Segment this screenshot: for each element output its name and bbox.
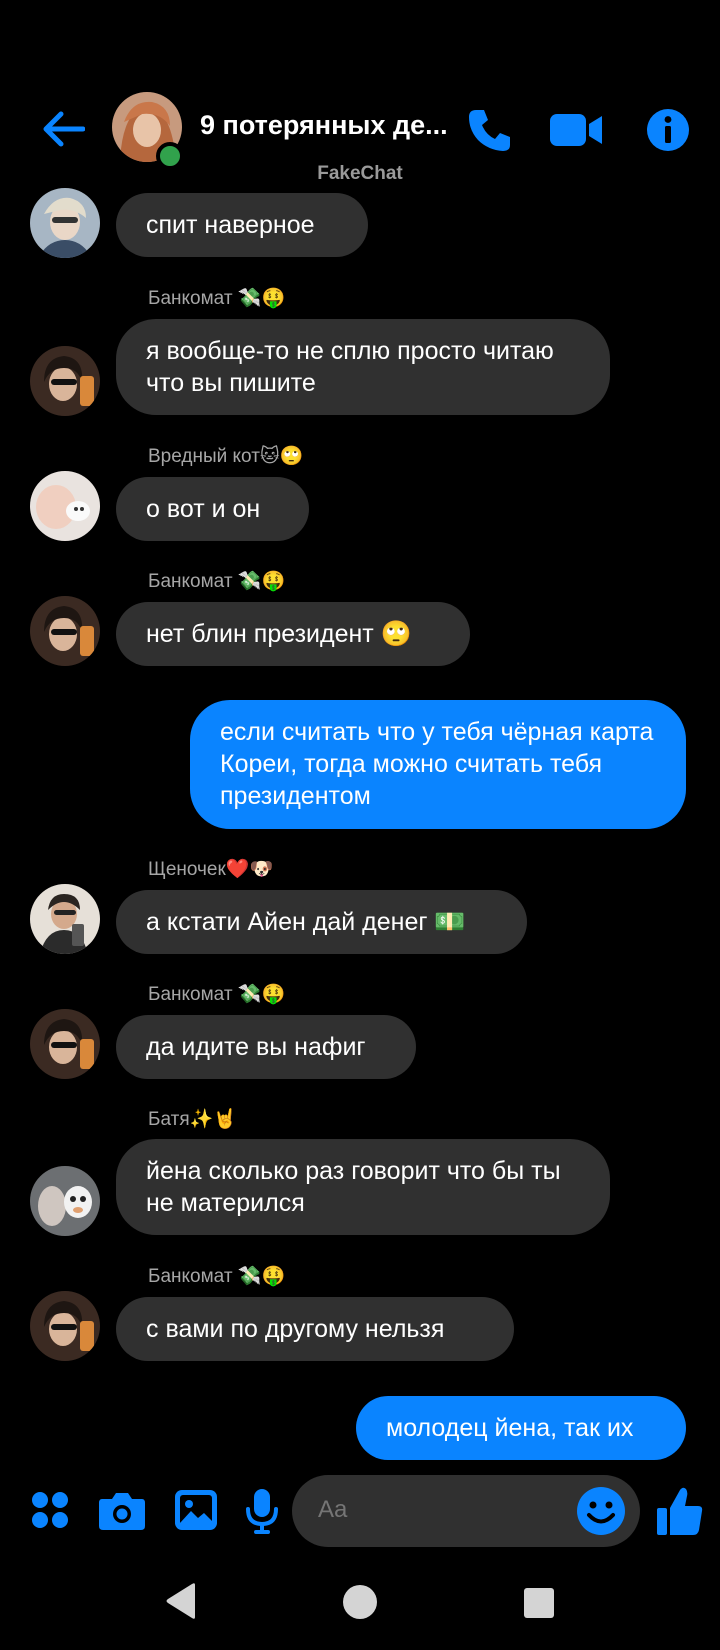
back-button[interactable] xyxy=(36,102,90,156)
member-avatar[interactable] xyxy=(30,346,100,416)
nav-back-button[interactable] xyxy=(156,1576,206,1626)
message-bubble-9[interactable]: с вами по другому нельзя xyxy=(116,1297,514,1361)
sender-name: Банкомат 💸🤑 xyxy=(148,1266,286,1287)
gallery-button[interactable] xyxy=(170,1486,222,1534)
member-avatar[interactable] xyxy=(30,1009,100,1079)
video-call-button[interactable] xyxy=(546,100,606,160)
message-input[interactable] xyxy=(316,1495,570,1525)
member-avatar[interactable] xyxy=(30,1291,100,1361)
thumbs-up-icon xyxy=(657,1487,703,1535)
member-avatar[interactable] xyxy=(30,188,100,258)
info-icon xyxy=(647,109,689,151)
sender-name: Банкомат 💸🤑 xyxy=(148,984,286,1005)
emoji-button[interactable] xyxy=(574,1484,628,1538)
camera-button[interactable] xyxy=(96,1486,148,1534)
apps-grid-icon xyxy=(32,1492,68,1528)
nav-back-triangle-icon xyxy=(166,1583,195,1619)
message-bubble-3[interactable]: о вот и он xyxy=(116,477,309,541)
image-icon xyxy=(175,1490,217,1530)
sender-name: Банкомат 💸🤑 xyxy=(148,571,286,592)
message-bubble-2[interactable]: я вообще-то не сплю просто читаю что вы … xyxy=(116,319,610,415)
info-button[interactable] xyxy=(638,100,698,160)
app-watermark: FakeChat xyxy=(317,163,403,184)
microphone-icon xyxy=(246,1489,278,1534)
phone-icon xyxy=(469,110,510,151)
nav-recents-button[interactable] xyxy=(514,1578,564,1628)
message-bubble-5-own[interactable]: если считать что у тебя чёрная карта Кор… xyxy=(190,700,686,829)
call-button[interactable] xyxy=(460,100,520,160)
nav-home-button[interactable] xyxy=(334,1576,386,1628)
like-button[interactable] xyxy=(654,1484,706,1538)
message-bubble-6[interactable]: а кстати Айен дай денег 💵 xyxy=(116,890,527,954)
member-avatar[interactable] xyxy=(30,1166,100,1236)
message-bubble-1[interactable]: спит наверное xyxy=(116,193,368,257)
arrow-left-icon xyxy=(43,111,85,147)
sender-name: Вредный кот🐱🙄 xyxy=(148,446,304,467)
sender-name: Батя✨🤘 xyxy=(148,1109,237,1130)
microphone-button[interactable] xyxy=(240,1486,284,1536)
sender-name: Щеночек❤️🐶 xyxy=(148,859,274,880)
apps-button[interactable] xyxy=(28,1488,72,1532)
nav-home-circle-icon xyxy=(343,1585,377,1619)
message-bubble-8[interactable]: йена сколько раз говорит что бы ты не ма… xyxy=(116,1139,610,1235)
member-avatar[interactable] xyxy=(30,884,100,954)
message-bubble-10-own[interactable]: молодец йена, так их xyxy=(356,1396,686,1460)
video-camera-icon xyxy=(550,114,602,146)
message-bubble-4[interactable]: нет блин президент 🙄 xyxy=(116,602,470,666)
chat-title[interactable]: 9 потерянных де... xyxy=(200,110,452,141)
camera-icon xyxy=(99,1493,145,1530)
smiley-icon xyxy=(577,1487,625,1535)
member-avatar[interactable] xyxy=(30,471,100,541)
member-avatar[interactable] xyxy=(30,596,100,666)
message-bubble-7[interactable]: да идите вы нафиг xyxy=(116,1015,416,1079)
nav-recents-square-icon xyxy=(524,1588,554,1618)
sender-name: Банкомат 💸🤑 xyxy=(148,288,286,309)
